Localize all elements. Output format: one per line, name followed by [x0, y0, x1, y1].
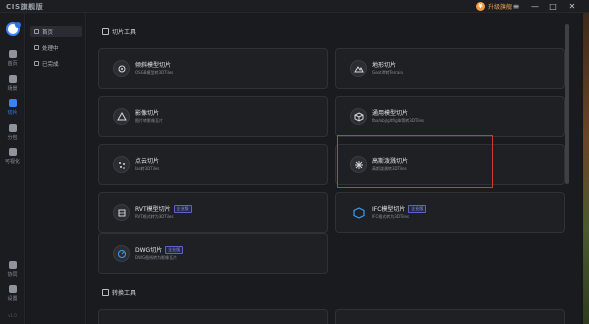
imagery-icon — [113, 108, 130, 125]
card-title: 点云切片 — [135, 158, 160, 165]
menu-item-label: 首页 — [42, 29, 54, 36]
card-subtitle: RVT格式转为3DTiles — [135, 214, 174, 219]
secondary-menu: 首页 处理中 已完成 — [26, 13, 86, 324]
selection-highlight — [337, 135, 493, 188]
rvt-icon — [113, 204, 130, 221]
menu-icon[interactable]: ≡ — [509, 1, 523, 12]
menu-item-home[interactable]: 首页 — [30, 26, 82, 37]
card-dwg-slice[interactable]: DWG切片 企业版 DWG图纸转为影像瓦片 — [98, 233, 328, 274]
package-icon — [8, 124, 17, 132]
card-title: IFC模型切片 企业版 — [372, 204, 427, 213]
title-bar: CIS旗舰版 ¥ 升级旗舰 ≡ — □ ✕ — [0, 0, 589, 13]
card-rvt-model-slice[interactable]: RVT模型切片 企业版 RVT格式转为3DTiles — [98, 192, 328, 233]
home-icon — [8, 50, 17, 58]
enterprise-badge: 企业版 — [165, 246, 184, 254]
card-terrain-slice[interactable]: 地形切片 Geotiff转Terrain — [335, 48, 565, 89]
maximize-button[interactable]: □ — [546, 1, 560, 12]
dwg-icon — [113, 245, 130, 262]
card-title: 地形切片 — [372, 62, 397, 69]
section-slice-tools: 切片工具 — [102, 27, 136, 36]
convert-tools-icon — [102, 289, 109, 296]
card-title-text: IFC模型切片 — [372, 206, 406, 213]
rail-item-visualization[interactable]: 可视化 — [0, 148, 25, 168]
tilt-model-icon — [113, 60, 130, 77]
close-button[interactable]: ✕ — [565, 1, 579, 12]
version-label: v1.0 — [8, 313, 17, 318]
rail-item-package[interactable]: 分包 — [0, 124, 25, 144]
card-imagery-slice[interactable]: 影像切片 图片转影像瓦片 — [98, 96, 328, 137]
rail-item-scene[interactable]: 场景 — [0, 75, 25, 95]
ifc-icon — [350, 204, 367, 221]
point-cloud-icon — [113, 156, 130, 173]
visualization-icon — [8, 148, 17, 156]
rail-item-label: 切片 — [7, 110, 18, 116]
icon-rail: 首页 场景 切片 分包 可视化 协同 设置 v1.0 — [0, 13, 25, 324]
enterprise-badge: 企业版 — [408, 205, 427, 213]
rail-item-label: 分包 — [7, 135, 18, 141]
card-subtitle: 图片转影像瓦片 — [135, 118, 163, 123]
card-generic-model-slice[interactable]: 通用模型切片 fbx/obj/gltf/glb等转3DTiles — [335, 96, 565, 137]
rail-item-label: 协同 — [7, 272, 18, 278]
card-title: 倾斜模型切片 — [135, 62, 172, 69]
menu-item-label: 已完成 — [42, 61, 59, 68]
processing-icon — [34, 45, 39, 50]
rail-item-label: 首页 — [7, 61, 18, 67]
notification-badge — [15, 22, 21, 28]
card-ifc-model-slice[interactable]: IFC模型切片 企业版 IFC格式转为3DTiles — [335, 192, 565, 233]
menu-item-processing[interactable]: 处理中 — [30, 42, 82, 53]
slice-tools-icon — [102, 28, 109, 35]
card-title-text: RVT模型切片 — [135, 206, 171, 213]
card-convert-partial[interactable] — [335, 309, 565, 324]
terrain-icon — [350, 60, 367, 77]
gear-icon — [8, 285, 17, 293]
card-title: DWG切片 企业版 — [135, 245, 184, 254]
card-point-cloud-slice[interactable]: 点云切片 las转3DTiles — [98, 144, 328, 185]
rail-item-slice[interactable]: 切片 — [0, 99, 25, 119]
app-logo: CIS旗舰版 — [6, 3, 44, 11]
card-title: 通用模型切片 — [372, 110, 409, 117]
enterprise-badge: 企业版 — [173, 205, 192, 213]
background-edge — [583, 13, 589, 324]
scrollbar[interactable] — [565, 24, 569, 184]
minimize-button[interactable]: — — [528, 1, 542, 12]
main-panel: 切片工具 倾斜模型切片 OSGB模型转3DTiles 地形切片 Geotiff转… — [87, 13, 581, 324]
collab-icon — [8, 261, 17, 269]
card-subtitle: Geotiff转Terrain — [372, 70, 403, 75]
card-title: 影像切片 — [135, 110, 160, 117]
generic-model-icon — [350, 108, 367, 125]
card-subtitle: DWG图纸转为影像瓦片 — [135, 255, 178, 260]
card-tilt-model-slice[interactable]: 倾斜模型切片 OSGB模型转3DTiles — [98, 48, 328, 89]
card-subtitle: OSGB模型转3DTiles — [135, 70, 174, 75]
card-subtitle: fbx/obj/gltf/glb等转3DTiles — [372, 118, 424, 123]
rail-item-label: 可视化 — [4, 159, 20, 165]
card-title: RVT模型切片 企业版 — [135, 204, 192, 213]
rail-item-home[interactable]: 首页 — [0, 50, 25, 70]
section-convert-tools: 转换工具 — [102, 288, 136, 297]
card-title-text: DWG切片 — [135, 247, 163, 254]
card-subtitle: las转3DTiles — [135, 166, 160, 171]
scene-icon — [8, 75, 17, 83]
coin-icon: ¥ — [476, 2, 485, 11]
home-icon — [34, 29, 39, 34]
menu-item-label: 处理中 — [42, 45, 59, 52]
card-convert-partial[interactable] — [98, 309, 328, 324]
card-subtitle: IFC格式转为3DTiles — [372, 214, 409, 219]
section-title: 转换工具 — [112, 290, 137, 297]
completed-icon — [34, 61, 39, 66]
rail-item-label: 场景 — [7, 86, 18, 92]
section-title: 切片工具 — [112, 29, 137, 36]
slice-icon — [8, 99, 17, 107]
rail-item-label: 设置 — [7, 296, 18, 302]
rail-item-settings[interactable]: 设置 — [0, 285, 25, 305]
menu-item-completed[interactable]: 已完成 — [30, 58, 82, 69]
rail-item-collab[interactable]: 协同 — [0, 261, 25, 281]
upgrade-button[interactable]: ¥ 升级旗舰 — [476, 1, 512, 12]
